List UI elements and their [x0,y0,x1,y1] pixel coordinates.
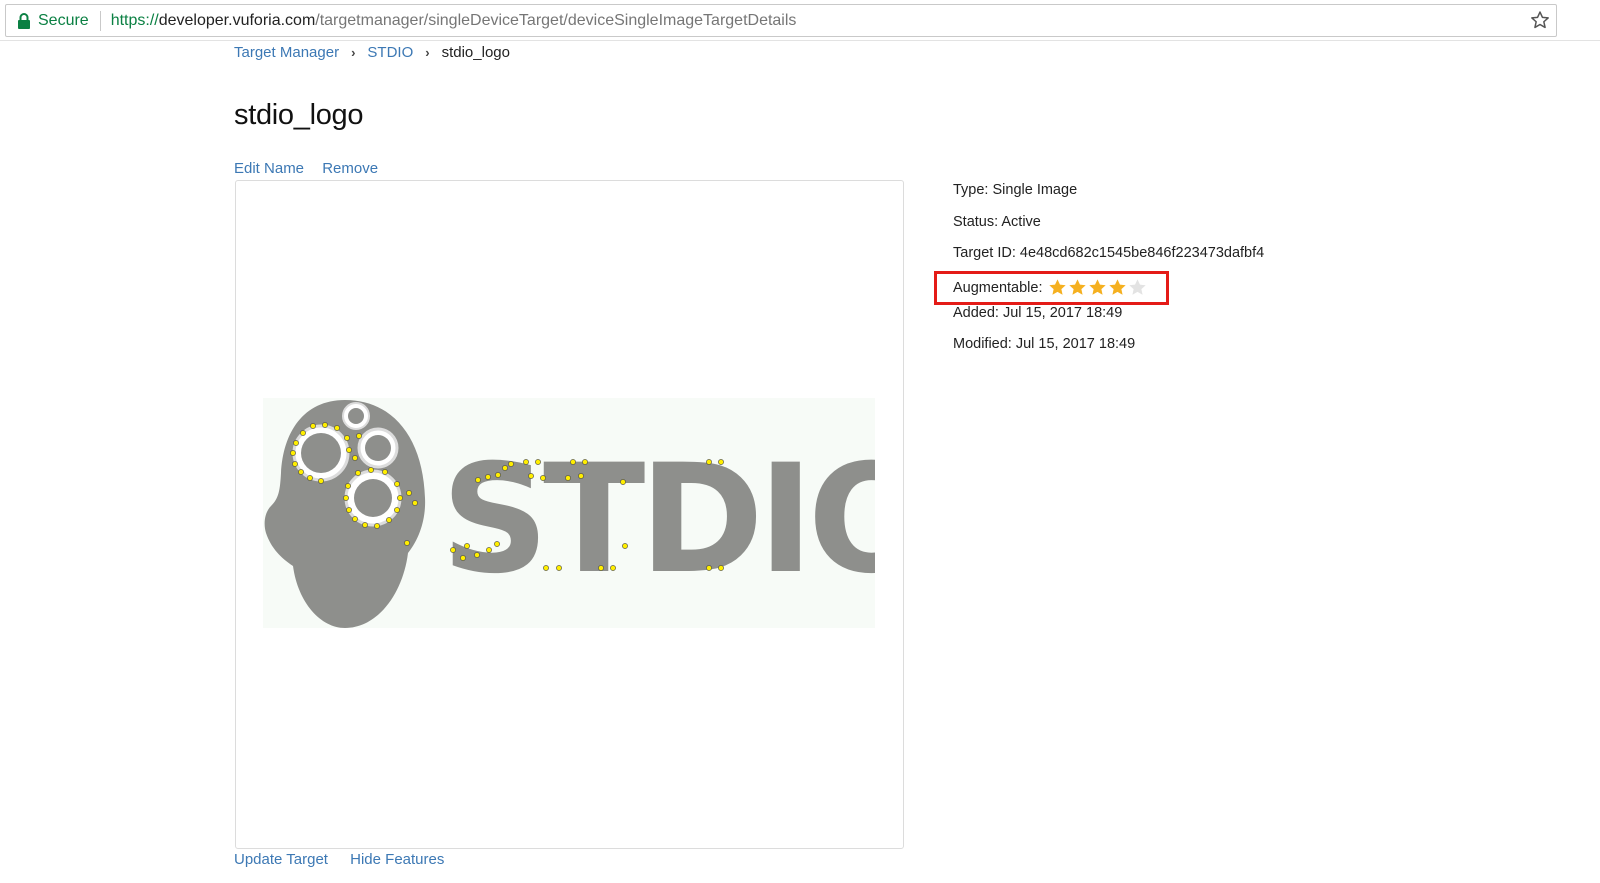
remove-link[interactable]: Remove [322,160,378,177]
hide-features-link[interactable]: Hide Features [350,851,444,868]
detail-modified: Modified: Jul 15, 2017 18:49 [953,336,1136,352]
breadcrumb-database[interactable]: STDIO [367,44,413,61]
breadcrumb-current: stdio_logo [441,44,510,61]
augmentable-highlight-box [934,271,1169,305]
bookmark-star-icon[interactable] [1530,10,1550,30]
detail-added: Added: Jul 15, 2017 18:49 [953,304,1123,321]
target-actions: Edit Name Remove [234,160,392,177]
address-divider [99,10,101,31]
image-actions: Update Target Hide Features [234,851,462,868]
toolbar-divider [0,40,1600,41]
breadcrumb-separator: › [351,45,356,60]
secure-label: Secure [38,11,89,29]
edit-name-link[interactable]: Edit Name [234,160,304,177]
address-bar[interactable]: Secure https://developer.vuforia.com/tar… [5,4,1557,37]
lock-icon [18,12,30,29]
url-scheme: https:// [110,11,159,29]
target-image-panel: STDIO [235,180,904,849]
detail-status: Status: Active [953,213,1041,230]
url-text[interactable]: https://developer.vuforia.com/targetmana… [111,12,797,30]
url-path: /targetmanager/singleDeviceTarget/device… [315,11,797,29]
stdio-wordmark: STDIO [441,433,875,607]
url-host: developer.vuforia.com [158,11,316,29]
breadcrumb-target-manager[interactable]: Target Manager [234,44,339,61]
detail-type: Type: Single Image [953,182,1078,198]
update-target-link[interactable]: Update Target [234,851,328,868]
breadcrumb-separator: › [425,45,430,60]
target-image: STDIO [263,398,875,628]
logo-text: STDIO [441,433,875,607]
page-title: stdio_logo [234,99,364,131]
breadcrumb: Target Manager › STDIO › stdio_logo [234,44,510,61]
